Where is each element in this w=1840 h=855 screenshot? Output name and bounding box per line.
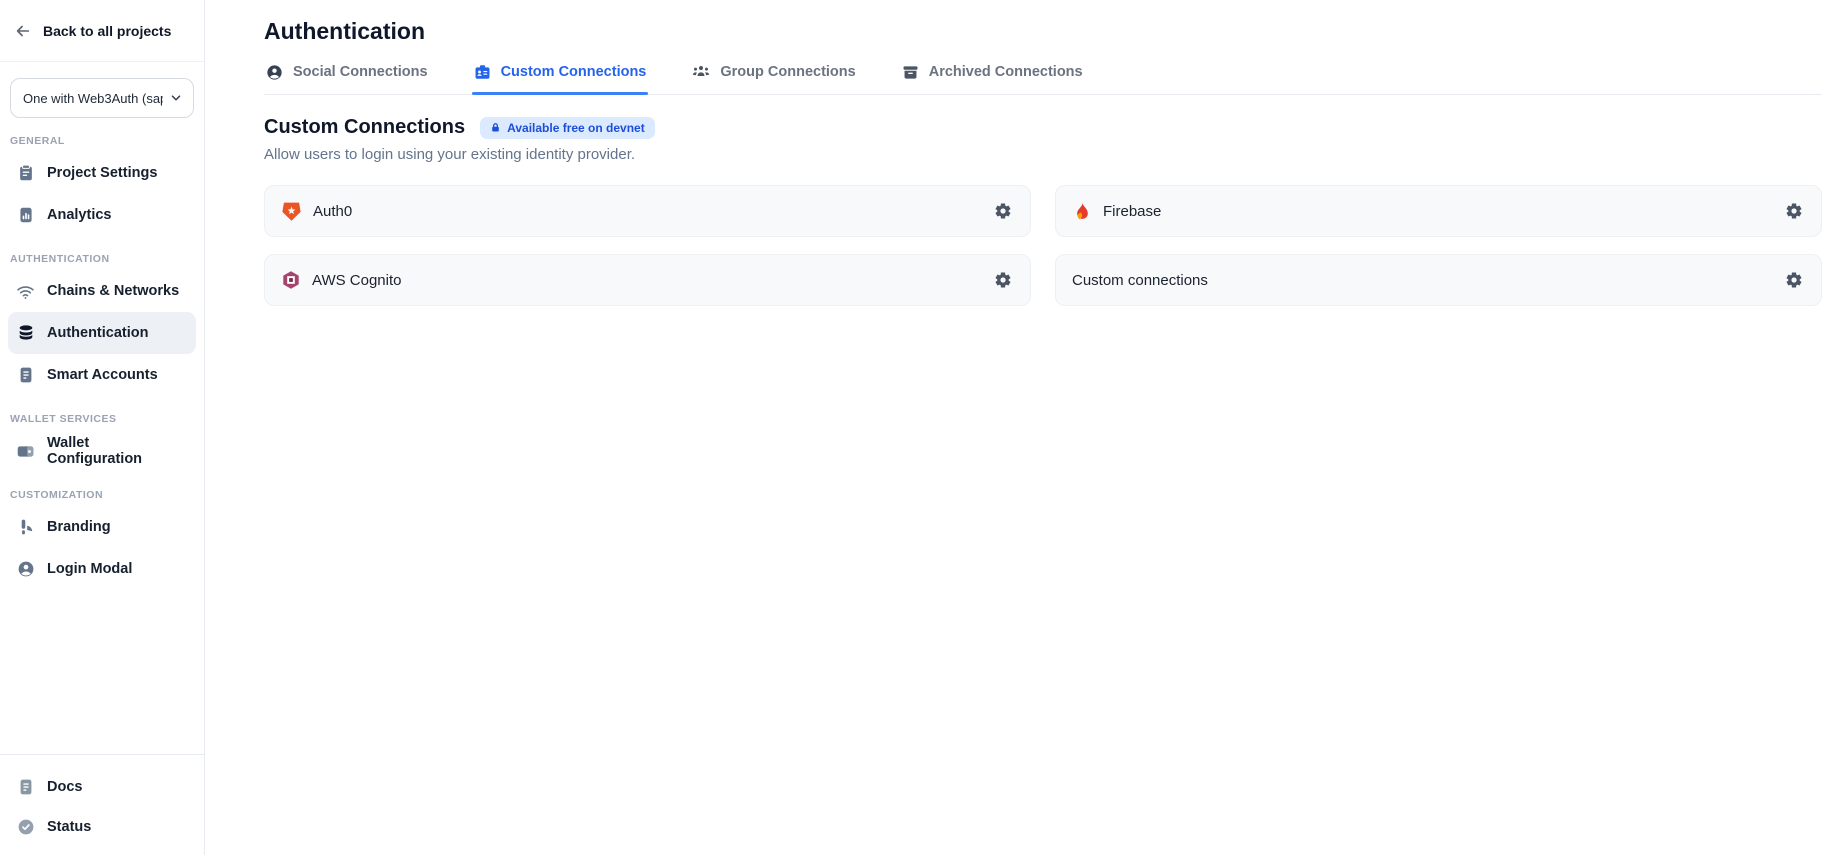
file-icon xyxy=(16,366,35,384)
card-firebase: Firebase xyxy=(1055,185,1822,237)
sidebar-item-authentication[interactable]: Authentication xyxy=(8,312,196,354)
auth0-icon xyxy=(281,201,302,222)
database-icon xyxy=(16,324,35,342)
tab-label: Group Connections xyxy=(720,64,855,80)
card-custom-connections: Custom connections xyxy=(1055,254,1822,306)
sidebar-item-analytics[interactable]: Analytics xyxy=(8,194,196,236)
gear-icon xyxy=(1785,202,1803,220)
tab-label: Archived Connections xyxy=(929,64,1083,80)
sidebar-item-label: Status xyxy=(47,819,91,835)
sidebar-nav: GENERAL Project Settings xyxy=(0,118,204,754)
firebase-settings-button[interactable] xyxy=(1783,200,1805,222)
sidebar-item-label: Docs xyxy=(47,779,82,795)
lock-icon xyxy=(490,122,501,133)
devnet-badge: Available free on devnet xyxy=(480,117,655,139)
card-label: Auth0 xyxy=(313,203,352,220)
archive-box-icon xyxy=(902,64,919,81)
card-label: AWS Cognito xyxy=(312,272,401,289)
users-group-icon xyxy=(692,63,710,81)
gear-icon xyxy=(994,202,1012,220)
tab-label: Social Connections xyxy=(293,64,428,80)
sidebar-item-label: Project Settings xyxy=(47,165,157,181)
sidebar-item-chains-networks[interactable]: Chains & Networks xyxy=(8,270,196,312)
wifi-icon xyxy=(16,282,35,301)
back-to-projects-link[interactable]: Back to all projects xyxy=(0,0,204,62)
section-label-general: GENERAL xyxy=(10,135,194,147)
project-selector[interactable]: One with Web3Auth (sap xyxy=(10,78,194,118)
user-circle-icon xyxy=(16,560,35,578)
chevron-down-icon xyxy=(169,91,183,105)
sidebar-item-label: Branding xyxy=(47,519,111,535)
card-label: Firebase xyxy=(1103,203,1161,220)
project-selector-value: One with Web3Auth (sap xyxy=(23,91,163,106)
sidebar-footer: Docs Status xyxy=(0,754,204,855)
wallet-icon xyxy=(16,442,35,461)
sidebar-item-label: Authentication xyxy=(47,325,149,341)
aws-cognito-settings-button[interactable] xyxy=(992,269,1014,291)
badge-label: Available free on devnet xyxy=(507,121,645,135)
sidebar-item-project-settings[interactable]: Project Settings xyxy=(8,152,196,194)
app-root: Back to all projects One with Web3Auth (… xyxy=(0,0,1840,855)
sidebar-item-label: Analytics xyxy=(47,207,111,223)
clipboard-icon xyxy=(16,164,35,182)
firebase-icon xyxy=(1072,201,1092,221)
sidebar-item-label: Wallet Configuration xyxy=(47,435,186,467)
section-header: Custom Connections Available free on dev… xyxy=(264,116,1822,139)
tab-custom-connections[interactable]: Custom Connections xyxy=(472,63,649,94)
page-title: Authentication xyxy=(264,18,1822,45)
section-label-customization: CUSTOMIZATION xyxy=(10,489,194,501)
tab-social-connections[interactable]: Social Connections xyxy=(264,63,430,94)
section-label-authentication: AUTHENTICATION xyxy=(10,253,194,265)
connection-cards: Auth0 Firebase xyxy=(264,185,1822,306)
back-label: Back to all projects xyxy=(43,23,171,39)
sidebar-item-wallet-configuration[interactable]: Wallet Configuration xyxy=(8,430,196,472)
card-aws-cognito: AWS Cognito xyxy=(264,254,1031,306)
tab-label: Custom Connections xyxy=(501,64,647,80)
sidebar-item-status[interactable]: Status xyxy=(8,807,196,847)
section-label-wallet-services: WALLET SERVICES xyxy=(10,413,194,425)
card-auth0: Auth0 xyxy=(264,185,1031,237)
document-icon xyxy=(16,778,35,796)
aws-cognito-icon xyxy=(281,270,301,290)
id-badge-icon xyxy=(474,64,491,81)
user-circle-icon xyxy=(266,64,283,81)
card-label: Custom connections xyxy=(1072,272,1208,289)
section-heading: Custom Connections xyxy=(264,116,465,139)
sidebar-item-label: Chains & Networks xyxy=(47,283,179,299)
sidebar-item-login-modal[interactable]: Login Modal xyxy=(8,548,196,590)
tab-group-connections[interactable]: Group Connections xyxy=(690,63,857,94)
main-content: Authentication Social Connections xyxy=(205,0,1840,855)
gear-icon xyxy=(1785,271,1803,289)
auth0-settings-button[interactable] xyxy=(992,200,1014,222)
section-description: Allow users to login using your existing… xyxy=(264,146,1822,163)
sidebar: Back to all projects One with Web3Auth (… xyxy=(0,0,205,855)
arrow-left-icon xyxy=(14,22,32,40)
tab-bar: Social Connections Custom Connections xyxy=(264,63,1822,95)
sidebar-item-branding[interactable]: Branding xyxy=(8,506,196,548)
sidebar-item-label: Smart Accounts xyxy=(47,367,158,383)
tab-archived-connections[interactable]: Archived Connections xyxy=(900,63,1085,94)
paintbrush-icon xyxy=(16,518,35,536)
analytics-doc-icon xyxy=(16,206,35,224)
check-circle-icon xyxy=(16,818,35,836)
custom-connections-settings-button[interactable] xyxy=(1783,269,1805,291)
sidebar-item-label: Login Modal xyxy=(47,561,132,577)
gear-icon xyxy=(994,271,1012,289)
sidebar-item-docs[interactable]: Docs xyxy=(8,767,196,807)
sidebar-item-smart-accounts[interactable]: Smart Accounts xyxy=(8,354,196,396)
